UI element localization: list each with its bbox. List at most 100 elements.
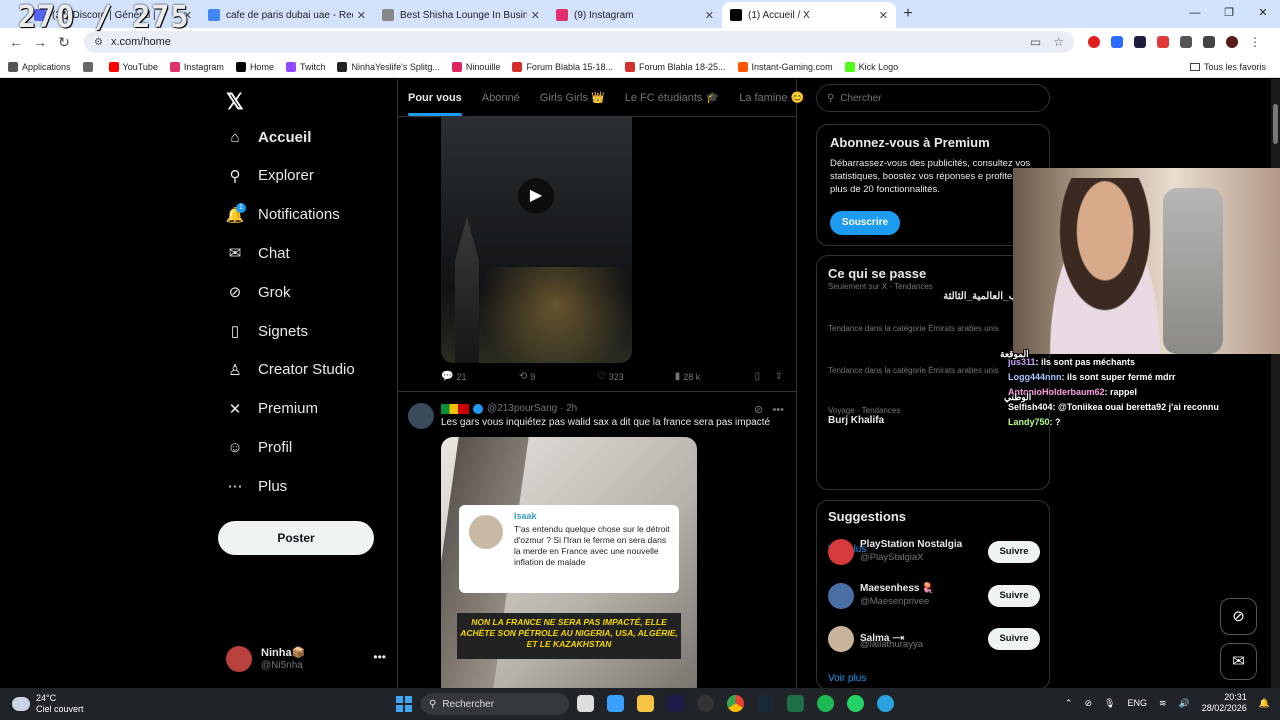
bookmark-item[interactable]: Kick Logo xyxy=(844,61,898,72)
bookmark-item[interactable]: Forum Blabla 18-25... xyxy=(624,61,726,72)
nav-item-premium[interactable]: ✕ Premium xyxy=(226,400,318,418)
stream-extension-icon[interactable] xyxy=(1134,36,1146,48)
site-info-icon[interactable]: ⚙ xyxy=(94,37,103,48)
taskbar-search[interactable]: ⚲ Rechercher xyxy=(421,693,569,715)
bookmark-button[interactable]: ▯ xyxy=(755,371,775,382)
browser-tab[interactable]: (1) Accueil / X ✕ xyxy=(722,2,896,28)
tweet-handle[interactable]: @213pourSang xyxy=(487,403,557,414)
feed-tab[interactable]: Le FC étudiants 🎓 xyxy=(625,91,719,104)
close-tab-icon[interactable]: ✕ xyxy=(705,9,714,22)
follow-button[interactable]: Suivre xyxy=(988,628,1040,650)
bookmark-item[interactable]: Instant-Gaming.com xyxy=(737,61,833,72)
telegram-icon[interactable] xyxy=(877,695,894,712)
trend-item[interactable]: Seulement sur X · Tendances ب_العالمية_ا… xyxy=(828,282,1018,302)
mic-icon[interactable]: 🎙 xyxy=(1104,698,1115,709)
puzzle-icon[interactable] xyxy=(1180,36,1192,48)
trend-item[interactable]: Tendance dans la catégorie Émirats arabe… xyxy=(828,366,1018,375)
close-tab-icon[interactable]: ✕ xyxy=(879,9,888,22)
browser-tab[interactable]: Best Shisha Lounge In Business ✕ xyxy=(374,2,548,28)
nav-item-chat[interactable]: ✉ Chat xyxy=(226,244,290,263)
widgets-icon[interactable] xyxy=(607,695,624,712)
nav-item-grok[interactable]: ⊘ Grok xyxy=(226,283,291,302)
nav-item-plus[interactable]: ⋯ Plus xyxy=(226,477,288,496)
close-window-icon[interactable]: ✕ xyxy=(1246,0,1280,26)
nav-item-signets[interactable]: ▯ Signets xyxy=(226,322,308,341)
feed-tab[interactable]: La famine 😊 xyxy=(739,91,804,104)
share-button[interactable]: ⇪ xyxy=(775,371,786,382)
bookmark-item[interactable] xyxy=(82,61,97,72)
grok-icon[interactable]: ⊘ xyxy=(754,404,763,416)
bookmark-item[interactable]: Twitch xyxy=(285,61,325,72)
messages-icon[interactable]: ✉ xyxy=(1220,643,1257,680)
bookmark-item[interactable]: Instagram xyxy=(169,61,224,72)
network-off-icon[interactable]: ⊘ xyxy=(1084,698,1092,709)
x-logo-icon[interactable]: 𝕏 xyxy=(226,89,244,115)
media-icon[interactable] xyxy=(1203,36,1215,48)
bookmark-item[interactable]: NinhaYeslife's Splitg... xyxy=(337,61,440,72)
windows-start-icon[interactable] xyxy=(396,696,412,712)
bookmark-item[interactable]: YouTube xyxy=(108,61,158,72)
nav-item-profil[interactable]: ☺ Profil xyxy=(226,438,292,456)
tweet-video[interactable]: ▶ xyxy=(441,117,632,363)
new-tab-button[interactable]: + xyxy=(896,2,920,28)
more-icon[interactable]: ••• xyxy=(373,650,386,664)
profile-icon[interactable] xyxy=(1226,36,1238,48)
subscribe-button[interactable]: Souscrire xyxy=(830,211,900,235)
file-explorer-icon[interactable] xyxy=(637,695,654,712)
feed-tab[interactable]: Abonné xyxy=(482,92,520,104)
nav-item-accueil[interactable]: ⌂ Accueil xyxy=(226,128,311,146)
spotify-icon[interactable] xyxy=(817,695,834,712)
weather-widget[interactable]: 24°C Ciel couvert xyxy=(12,693,132,715)
tweet-image[interactable]: Isaak T'as entendu quelque chose sur le … xyxy=(441,437,697,688)
trend-item[interactable]: Voyage · Tendances Burj Khalifa xyxy=(828,406,1018,426)
cast-icon[interactable]: ▭ xyxy=(1030,35,1041,49)
twitch-extension-icon[interactable] xyxy=(1111,36,1123,48)
like-button[interactable]: ♡ 323 xyxy=(597,371,675,382)
whatsapp-icon[interactable] xyxy=(847,695,864,712)
bookmark-item[interactable]: Ninouille xyxy=(451,61,500,72)
follow-button[interactable]: Suivre xyxy=(988,584,1040,607)
close-tab-icon[interactable]: ✕ xyxy=(357,9,366,22)
bookmark-item[interactable]: Forum Blabla 15-18... xyxy=(512,61,613,72)
browser-tab[interactable]: (9) Instagram ✕ xyxy=(548,2,722,28)
suggestion-row[interactable]: Maesenhess 🪼 @Maesenprivee Suivre xyxy=(828,581,1040,613)
feed-tab[interactable]: Pour vous xyxy=(408,92,462,116)
link-extension-icon[interactable] xyxy=(1157,36,1169,48)
play-icon[interactable]: ▶ xyxy=(518,178,554,214)
suggestion-row[interactable]: Salma 🝐 @lallathurayya Suivre xyxy=(828,624,1040,656)
notification-bell-icon[interactable]: 🔔 xyxy=(1259,698,1270,709)
minimize-icon[interactable]: — xyxy=(1178,0,1212,26)
post-button[interactable]: Poster xyxy=(218,521,374,555)
bookmark-item[interactable]: Home xyxy=(235,61,274,72)
all-bookmarks[interactable]: Tous les favoris xyxy=(1189,62,1266,72)
address-bar[interactable]: ⚙ x.com/home ▭ ☆ xyxy=(84,31,1074,53)
volume-icon[interactable]: 🔊 xyxy=(1179,698,1190,709)
nav-item-notifications[interactable]: 🔔 1 Notifications xyxy=(226,202,340,224)
suggestion-row[interactable]: PlayStation Nostalgia @PlayStalgiaX Suiv… xyxy=(828,537,1040,569)
chrome-icon[interactable] xyxy=(727,695,744,712)
browser-tab[interactable]: cafe de paris dubai uae - Reche ✕ xyxy=(200,2,374,28)
views-button[interactable]: ▮ 28 k xyxy=(675,371,755,382)
chevron-up-icon[interactable]: ⌃ xyxy=(1065,698,1073,709)
language-indicator[interactable]: ENG xyxy=(1127,698,1147,708)
premiere-icon[interactable] xyxy=(667,695,684,712)
bookmark-item[interactable]: Applications xyxy=(8,61,71,72)
follow-button[interactable]: Suivre xyxy=(988,541,1040,563)
reply-button[interactable]: 💬 21 xyxy=(441,371,519,382)
trend-item[interactable]: Tendance dans la catégorie Émirats arabe… xyxy=(828,324,1018,333)
menu-icon[interactable]: ⋮ xyxy=(1249,36,1261,48)
task-view-icon[interactable] xyxy=(577,695,594,712)
feed-tab[interactable]: Girls Girls 👑 xyxy=(540,91,605,104)
scrollbar-thumb[interactable] xyxy=(1273,104,1278,144)
tweet[interactable]: @213pourSang · 2h ⊘ ••• Les gars vous in… xyxy=(398,399,796,688)
app-icon[interactable] xyxy=(787,695,804,712)
suggestions-more-link[interactable]: Voir plus xyxy=(828,673,866,684)
reload-icon[interactable]: ↻ xyxy=(52,34,76,51)
repost-button[interactable]: ⟲ 9 xyxy=(519,371,597,382)
obs-icon[interactable] xyxy=(697,695,714,712)
clock[interactable]: 20:31 28/02/2026 xyxy=(1202,692,1247,714)
wifi-icon[interactable]: ≋ xyxy=(1159,698,1167,709)
opera-extension-icon[interactable] xyxy=(1088,36,1100,48)
forward-icon[interactable]: → xyxy=(28,34,52,50)
steam-icon[interactable] xyxy=(757,695,774,712)
